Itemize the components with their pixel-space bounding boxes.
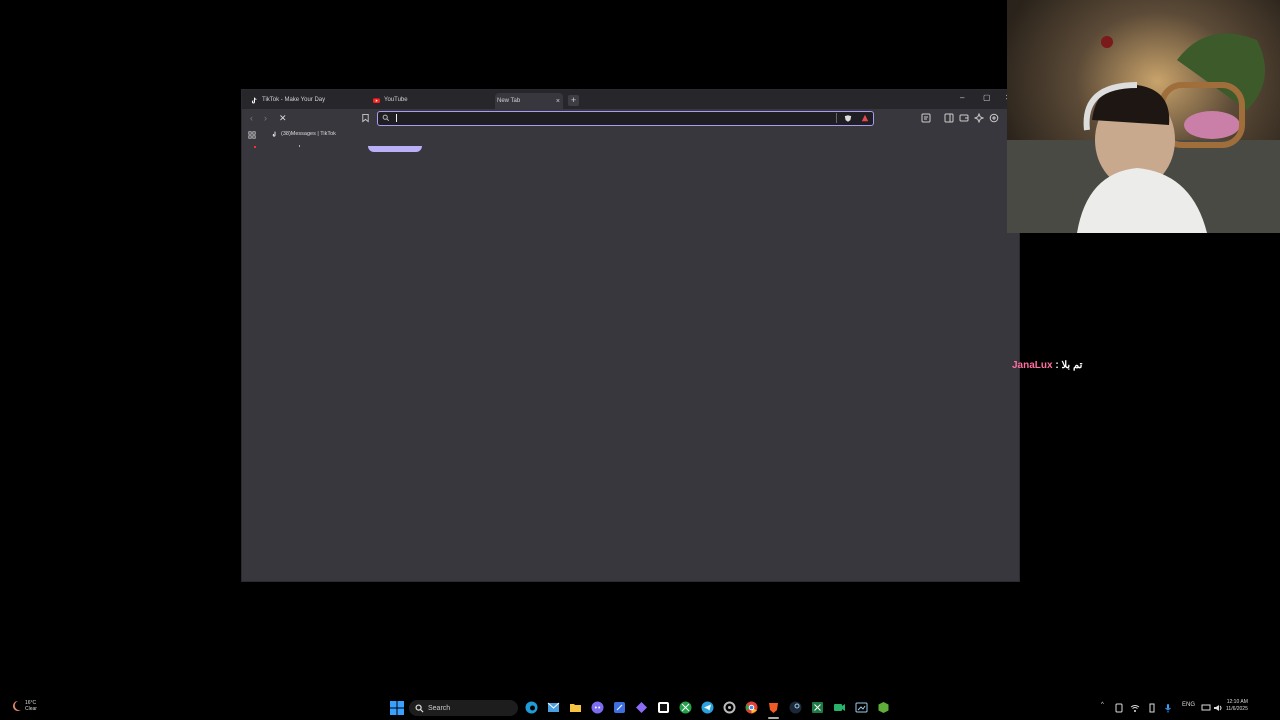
bookmark-label: (38)Messages | TikTok bbox=[281, 131, 336, 137]
taskbar: 16°C Clear Search ^ ENG 12:10 AM 11/6/20… bbox=[0, 697, 1280, 720]
telegram-icon[interactable] bbox=[701, 701, 714, 714]
bookmarks-bar: (38)Messages | TikTok bbox=[242, 129, 1019, 143]
tab-tiktok[interactable]: TikTok - Make Your Day bbox=[251, 93, 366, 107]
clock-time: 12:10 AM bbox=[1226, 699, 1248, 705]
tiktok-icon bbox=[272, 131, 276, 137]
webcam-overlay bbox=[1007, 0, 1280, 233]
address-input[interactable] bbox=[400, 113, 820, 120]
tiktok-icon bbox=[251, 97, 257, 103]
brave-shields-icon[interactable] bbox=[844, 114, 852, 123]
text-cursor bbox=[396, 114, 397, 122]
tab-youtube[interactable]: YouTube bbox=[373, 93, 488, 107]
wallet-icon[interactable] bbox=[959, 113, 969, 123]
snipping-tool-icon[interactable] bbox=[855, 701, 868, 714]
back-arrow-icon[interactable]: ‹ bbox=[250, 113, 253, 123]
status-indicator bbox=[254, 146, 256, 148]
volume-icon[interactable] bbox=[1213, 703, 1223, 713]
display-icon[interactable] bbox=[1201, 703, 1211, 713]
navigation-toolbar: ‹ › ✕ ⋮ bbox=[242, 109, 1019, 129]
edge-icon[interactable] bbox=[525, 701, 538, 714]
stop-loading-icon[interactable]: ✕ bbox=[279, 113, 287, 124]
taskbar-search[interactable]: Search bbox=[409, 700, 518, 716]
tab-label: YouTube bbox=[384, 97, 408, 103]
vpn-icon[interactable] bbox=[989, 113, 999, 123]
discord-icon[interactable] bbox=[591, 701, 604, 714]
search-icon bbox=[382, 114, 390, 122]
tab-new-tab[interactable]: New Tab × bbox=[495, 93, 563, 109]
brave-rewards-icon[interactable] bbox=[861, 114, 869, 122]
omnibox-divider bbox=[836, 113, 837, 123]
windows-start-icon[interactable] bbox=[390, 701, 404, 715]
active-app-indicator bbox=[768, 717, 779, 719]
address-bar[interactable] bbox=[377, 111, 874, 126]
tab-label: New Tab bbox=[497, 98, 521, 104]
leo-ai-icon[interactable] bbox=[974, 113, 984, 123]
apps-grid-icon[interactable] bbox=[248, 131, 256, 139]
close-tab-icon[interactable]: × bbox=[556, 98, 560, 105]
epic-games-icon[interactable] bbox=[657, 701, 670, 714]
webcam-image bbox=[1007, 0, 1280, 233]
bookmark-tiktok-messages[interactable]: (38)Messages | TikTok bbox=[272, 131, 336, 137]
weather-widget[interactable]: 16°C Clear bbox=[12, 700, 37, 712]
steam-icon[interactable] bbox=[789, 701, 802, 714]
battery-icon[interactable] bbox=[1147, 703, 1157, 713]
brave-icon[interactable] bbox=[767, 701, 780, 714]
mail-icon[interactable] bbox=[547, 701, 560, 714]
excel-icon[interactable] bbox=[811, 701, 824, 714]
tab-label: TikTok - Make Your Day bbox=[262, 97, 326, 103]
wifi-icon[interactable] bbox=[1130, 703, 1140, 713]
loading-indicator bbox=[368, 146, 422, 152]
minimize-button[interactable]: – bbox=[960, 93, 964, 102]
settings-icon[interactable] bbox=[723, 701, 736, 714]
chat-text: تم بلا bbox=[1061, 360, 1083, 371]
copilot-icon[interactable] bbox=[635, 701, 648, 714]
new-tab-button[interactable]: + bbox=[568, 95, 579, 106]
youtube-icon bbox=[373, 97, 380, 103]
chat-message: JanaLux : تم بلا bbox=[1012, 360, 1082, 371]
xbox-icon[interactable] bbox=[679, 701, 692, 714]
video-editor-icon[interactable] bbox=[833, 701, 846, 714]
moon-icon bbox=[12, 701, 21, 711]
minecraft-icon[interactable] bbox=[877, 701, 890, 714]
chrome-icon[interactable] bbox=[745, 701, 758, 714]
page-mark bbox=[299, 145, 300, 147]
bookmark-icon[interactable] bbox=[361, 113, 370, 123]
sidebar-icon[interactable] bbox=[944, 113, 954, 123]
tab-search-icon[interactable] bbox=[921, 113, 931, 123]
language-indicator[interactable]: ENG bbox=[1182, 702, 1195, 708]
file-explorer-icon[interactable] bbox=[569, 701, 582, 714]
search-label: Search bbox=[428, 704, 451, 712]
weather-condition: Clear bbox=[25, 706, 37, 712]
network-icon[interactable] bbox=[1114, 703, 1124, 713]
chat-username: JanaLux bbox=[1012, 360, 1053, 371]
maximize-button[interactable]: ▢ bbox=[983, 93, 991, 102]
browser-window: TikTok - Make Your Day YouTube New Tab ×… bbox=[241, 89, 1020, 582]
forward-arrow-icon[interactable]: › bbox=[264, 113, 267, 123]
microphone-icon[interactable] bbox=[1163, 703, 1173, 713]
chevron-up-icon[interactable]: ^ bbox=[1101, 702, 1104, 708]
clock-date: 11/6/2025 bbox=[1226, 706, 1248, 712]
search-icon bbox=[415, 703, 424, 713]
tab-bar: TikTok - Make Your Day YouTube New Tab ×… bbox=[242, 90, 1019, 109]
notes-icon[interactable] bbox=[613, 701, 626, 714]
system-clock[interactable]: 12:10 AM 11/6/2025 bbox=[1226, 699, 1248, 713]
